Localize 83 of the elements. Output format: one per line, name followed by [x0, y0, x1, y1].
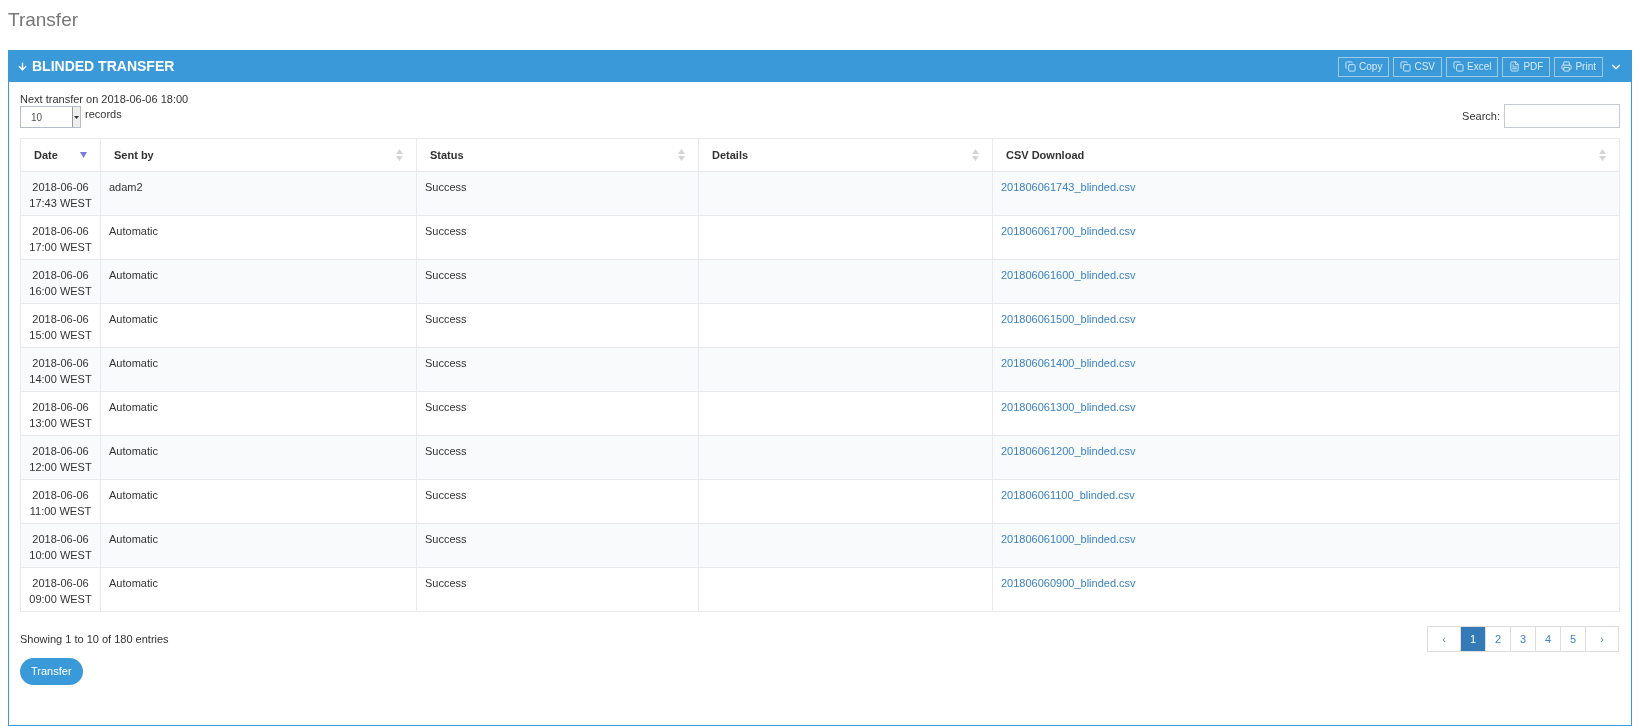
printer-icon: [1561, 61, 1573, 72]
table-cell: Success: [425, 225, 467, 237]
table-cell: Success: [425, 445, 467, 457]
time-text: 17:00 WEST: [28, 240, 93, 255]
table-cell: Automatic: [109, 313, 158, 325]
date-text: 2018-06-06: [31, 444, 90, 459]
time-text: 15:00 WEST: [28, 328, 93, 343]
column-header[interactable]: Date: [20, 138, 101, 172]
toolbar-button[interactable]: Excel: [1446, 56, 1499, 77]
time-text: 12:00 WEST: [28, 460, 93, 475]
table-cell: Automatic: [109, 445, 158, 457]
time-text: 09:00 WEST: [28, 592, 93, 607]
panel-title: BLINDED TRANSFER: [32, 57, 175, 76]
table-cell: Automatic: [109, 577, 158, 589]
next-transfer-text: Next transfer on 2018-06-06 18:00: [20, 92, 190, 106]
date-text: 2018-06-06: [31, 356, 90, 371]
page-button[interactable]: 2: [1485, 626, 1511, 652]
file-link[interactable]: 201806061743_blinded.csv: [1001, 181, 1136, 193]
file-link[interactable]: 201806061000_blinded.csv: [1001, 533, 1136, 545]
table-cell: Success: [425, 533, 467, 545]
time-text: 16:00 WEST: [28, 284, 93, 299]
copy-icon: [1400, 61, 1412, 72]
time-text: 17:43 WEST: [28, 196, 93, 211]
records-label: records: [85, 107, 122, 122]
table-cell: Automatic: [109, 269, 158, 281]
copy-icon: [1453, 61, 1464, 72]
toolbar-button[interactable]: CSV: [1393, 56, 1442, 77]
file-link[interactable]: 201806061300_blinded.csv: [1001, 401, 1136, 413]
table-cell: adam2: [109, 181, 143, 193]
file-link[interactable]: 201806061700_blinded.csv: [1001, 225, 1136, 237]
date-text: 2018-06-06: [31, 488, 90, 503]
table-cell: Automatic: [109, 225, 158, 237]
file-link[interactable]: 201806061100_blinded.csv: [1001, 489, 1135, 501]
time-text: 10:00 WEST: [28, 548, 93, 563]
date-text: 2018-06-06: [31, 576, 90, 591]
table-cell: Automatic: [109, 401, 158, 413]
date-text: 2018-06-06: [31, 180, 90, 195]
page-button[interactable]: 5: [1560, 626, 1586, 652]
time-text: 11:00 WEST: [28, 504, 93, 519]
page-button[interactable]: ›: [1585, 626, 1619, 652]
table-cell: Success: [425, 401, 467, 413]
entries-info: Showing 1 to 10 of 180 entries: [20, 631, 169, 647]
file-icon: [1509, 61, 1521, 72]
copy-icon: [1345, 61, 1357, 72]
date-text: 2018-06-06: [31, 312, 90, 327]
page-button[interactable]: 3: [1510, 626, 1536, 652]
file-link[interactable]: 201806061200_blinded.csv: [1001, 445, 1136, 457]
file-link[interactable]: 201806061500_blinded.csv: [1001, 313, 1136, 325]
column-header[interactable]: Status: [416, 138, 699, 172]
file-link[interactable]: 201806061600_blinded.csv: [1001, 269, 1136, 281]
page-title: Transfer: [8, 8, 80, 32]
table-cell: Automatic: [109, 489, 158, 501]
date-text: 2018-06-06: [31, 224, 90, 239]
toolbar-button[interactable]: Print: [1554, 56, 1603, 77]
file-link[interactable]: 201806060900_blinded.csv: [1001, 577, 1136, 589]
transfer-button[interactable]: Transfer: [20, 658, 83, 685]
toolbar-button[interactable]: PDF: [1502, 56, 1551, 77]
table-cell: Success: [425, 489, 467, 501]
date-text: 2018-06-06: [31, 532, 90, 547]
table-cell: Automatic: [109, 357, 158, 369]
toolbar-button[interactable]: Copy: [1338, 56, 1390, 77]
file-link[interactable]: 201806061400_blinded.csv: [1001, 357, 1136, 369]
page-button[interactable]: ‹: [1427, 626, 1461, 652]
table-cell: Success: [425, 577, 467, 589]
column-header[interactable]: Details: [698, 138, 993, 172]
page-button[interactable]: 4: [1535, 626, 1561, 652]
column-header[interactable]: CSV Download: [992, 138, 1620, 172]
page-button[interactable]: 1: [1460, 626, 1486, 652]
time-text: 14:00 WEST: [28, 372, 93, 387]
table-cell: Success: [425, 357, 467, 369]
date-text: 2018-06-06: [31, 268, 90, 283]
records-select[interactable]: 10: [20, 106, 81, 128]
caret-icon: [74, 115, 79, 119]
time-text: 13:00 WEST: [28, 416, 93, 431]
column-header[interactable]: Sent by: [100, 138, 417, 172]
table-cell: Automatic: [109, 533, 158, 545]
table-cell: Success: [425, 313, 467, 325]
date-text: 2018-06-06: [31, 400, 90, 415]
search-label: Search:: [1462, 108, 1500, 124]
table-cell: Success: [425, 181, 467, 193]
arrow-down-icon: [17, 61, 28, 72]
table-cell: Success: [425, 269, 467, 281]
search-field[interactable]: [1504, 104, 1620, 128]
